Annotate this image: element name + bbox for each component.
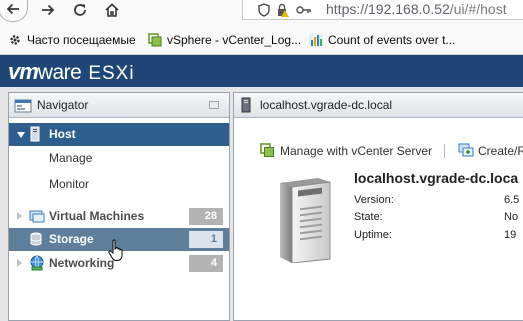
server-icon [30,126,40,142]
action-separator [444,144,445,158]
action-label: Create/R [478,143,523,158]
network-icon [30,255,44,271]
state-label: State: [354,211,383,223]
home-icon [105,3,119,17]
count-badge: 1 [189,231,223,248]
host-server-image [280,178,331,263]
host-panel: localhost.vgrade-dc.local Manage with vC… [233,92,523,321]
nav-item-label: Networking [49,256,115,270]
url-text[interactable]: https://192.168.0.52/ui/#/host [326,0,507,20]
bookmark-label: Часто посещаемые [27,32,136,47]
url-security-icons [258,1,312,19]
host-panel-header: localhost.vgrade-dc.local [234,93,523,118]
manage-with-vcenter-button[interactable]: Manage with vCenter Server [260,143,432,158]
nav-item-label: Manage [49,151,93,165]
navigator-header: Navigator [9,93,229,118]
nav-item-label: Host [49,127,76,141]
brand-ware: ware [37,61,82,84]
brand-vm: vm [8,59,39,84]
bookmark-count-events[interactable]: Count of events over t... [309,31,455,48]
nav-item-label: Monitor [49,177,90,191]
version-label: Version: [354,194,394,206]
storage-icon [30,232,42,246]
navigator-panel: Navigator Host Manage Monitor Virtual Ma… [8,92,230,321]
bookmarks-bar: Часто посещаемые vSphere - vCenter_Log..… [0,24,523,55]
bookmark-frequent[interactable]: Часто посещаемые [8,31,136,48]
count-badge: 28 [189,208,223,225]
nav-item-manage[interactable]: Manage [9,147,229,170]
reload-icon [74,4,86,16]
back-button[interactable] [0,0,28,22]
gear-icon [10,34,20,45]
forward-button[interactable] [36,0,60,20]
home-button[interactable] [100,0,124,20]
expand-arrow-icon[interactable] [17,259,22,267]
create-register-vm-button[interactable]: Create/R [458,143,523,158]
uptime-label: Uptime: [354,229,392,241]
screen: https://192.168.0.52/ui/#/host Часто пос… [0,0,523,321]
host-panel-title: localhost.vgrade-dc.local [260,98,393,112]
nav-item-label: Virtual Machines [49,209,145,223]
vcenter-icon [260,143,274,157]
reload-button[interactable] [68,0,92,20]
expand-arrow-icon[interactable] [17,212,22,220]
chart-icon [309,32,323,47]
lock-warning-icon[interactable] [276,3,290,17]
shield-icon[interactable] [258,3,270,17]
create-vm-icon [458,143,474,157]
url-host: https://192.168.0.52 [326,1,450,17]
browser-toolbar: https://192.168.0.52/ui/#/host [0,0,523,24]
nav-item-virtual-machines[interactable]: Virtual Machines 28 [9,205,229,228]
version-value: 6.5 [504,194,520,206]
arrow-left-icon [6,3,19,14]
key-icon[interactable] [296,5,312,15]
bookmark-label: vSphere - vCenter_Log... [167,32,302,47]
host-name: localhost.vgrade-dc.loca [354,170,519,186]
url-path: /ui/#/host [449,1,507,17]
count-badge: 4 [189,255,223,272]
vm-icon [29,210,45,223]
server-icon [241,97,251,113]
navigator-icon [14,99,32,113]
navigator-title: Navigator [37,98,89,112]
nav-item-monitor[interactable]: Monitor [9,173,229,196]
esxi-header: vm ware ESXi [0,55,523,87]
nav-item-host[interactable]: Host [9,123,229,146]
bookmark-label: Count of events over t... [328,32,456,47]
vsphere-icon [148,32,162,46]
host-action-bar: Manage with vCenter Server Create/R [234,141,523,163]
arrow-right-icon [42,4,55,16]
action-label: Manage with vCenter Server [280,143,433,158]
state-value: No [504,211,519,223]
uptime-value: 19 [504,229,517,241]
expand-arrow-icon[interactable] [17,132,25,138]
brand-product: ESXi [88,63,135,84]
collapse-panel-icon[interactable] [209,101,219,109]
hand-cursor-icon [108,239,123,261]
bookmark-vsphere[interactable]: vSphere - vCenter_Log... [148,31,301,48]
nav-item-label: Storage [49,232,94,246]
vmware-esxi-logo[interactable]: vm ware ESXi [8,59,135,85]
